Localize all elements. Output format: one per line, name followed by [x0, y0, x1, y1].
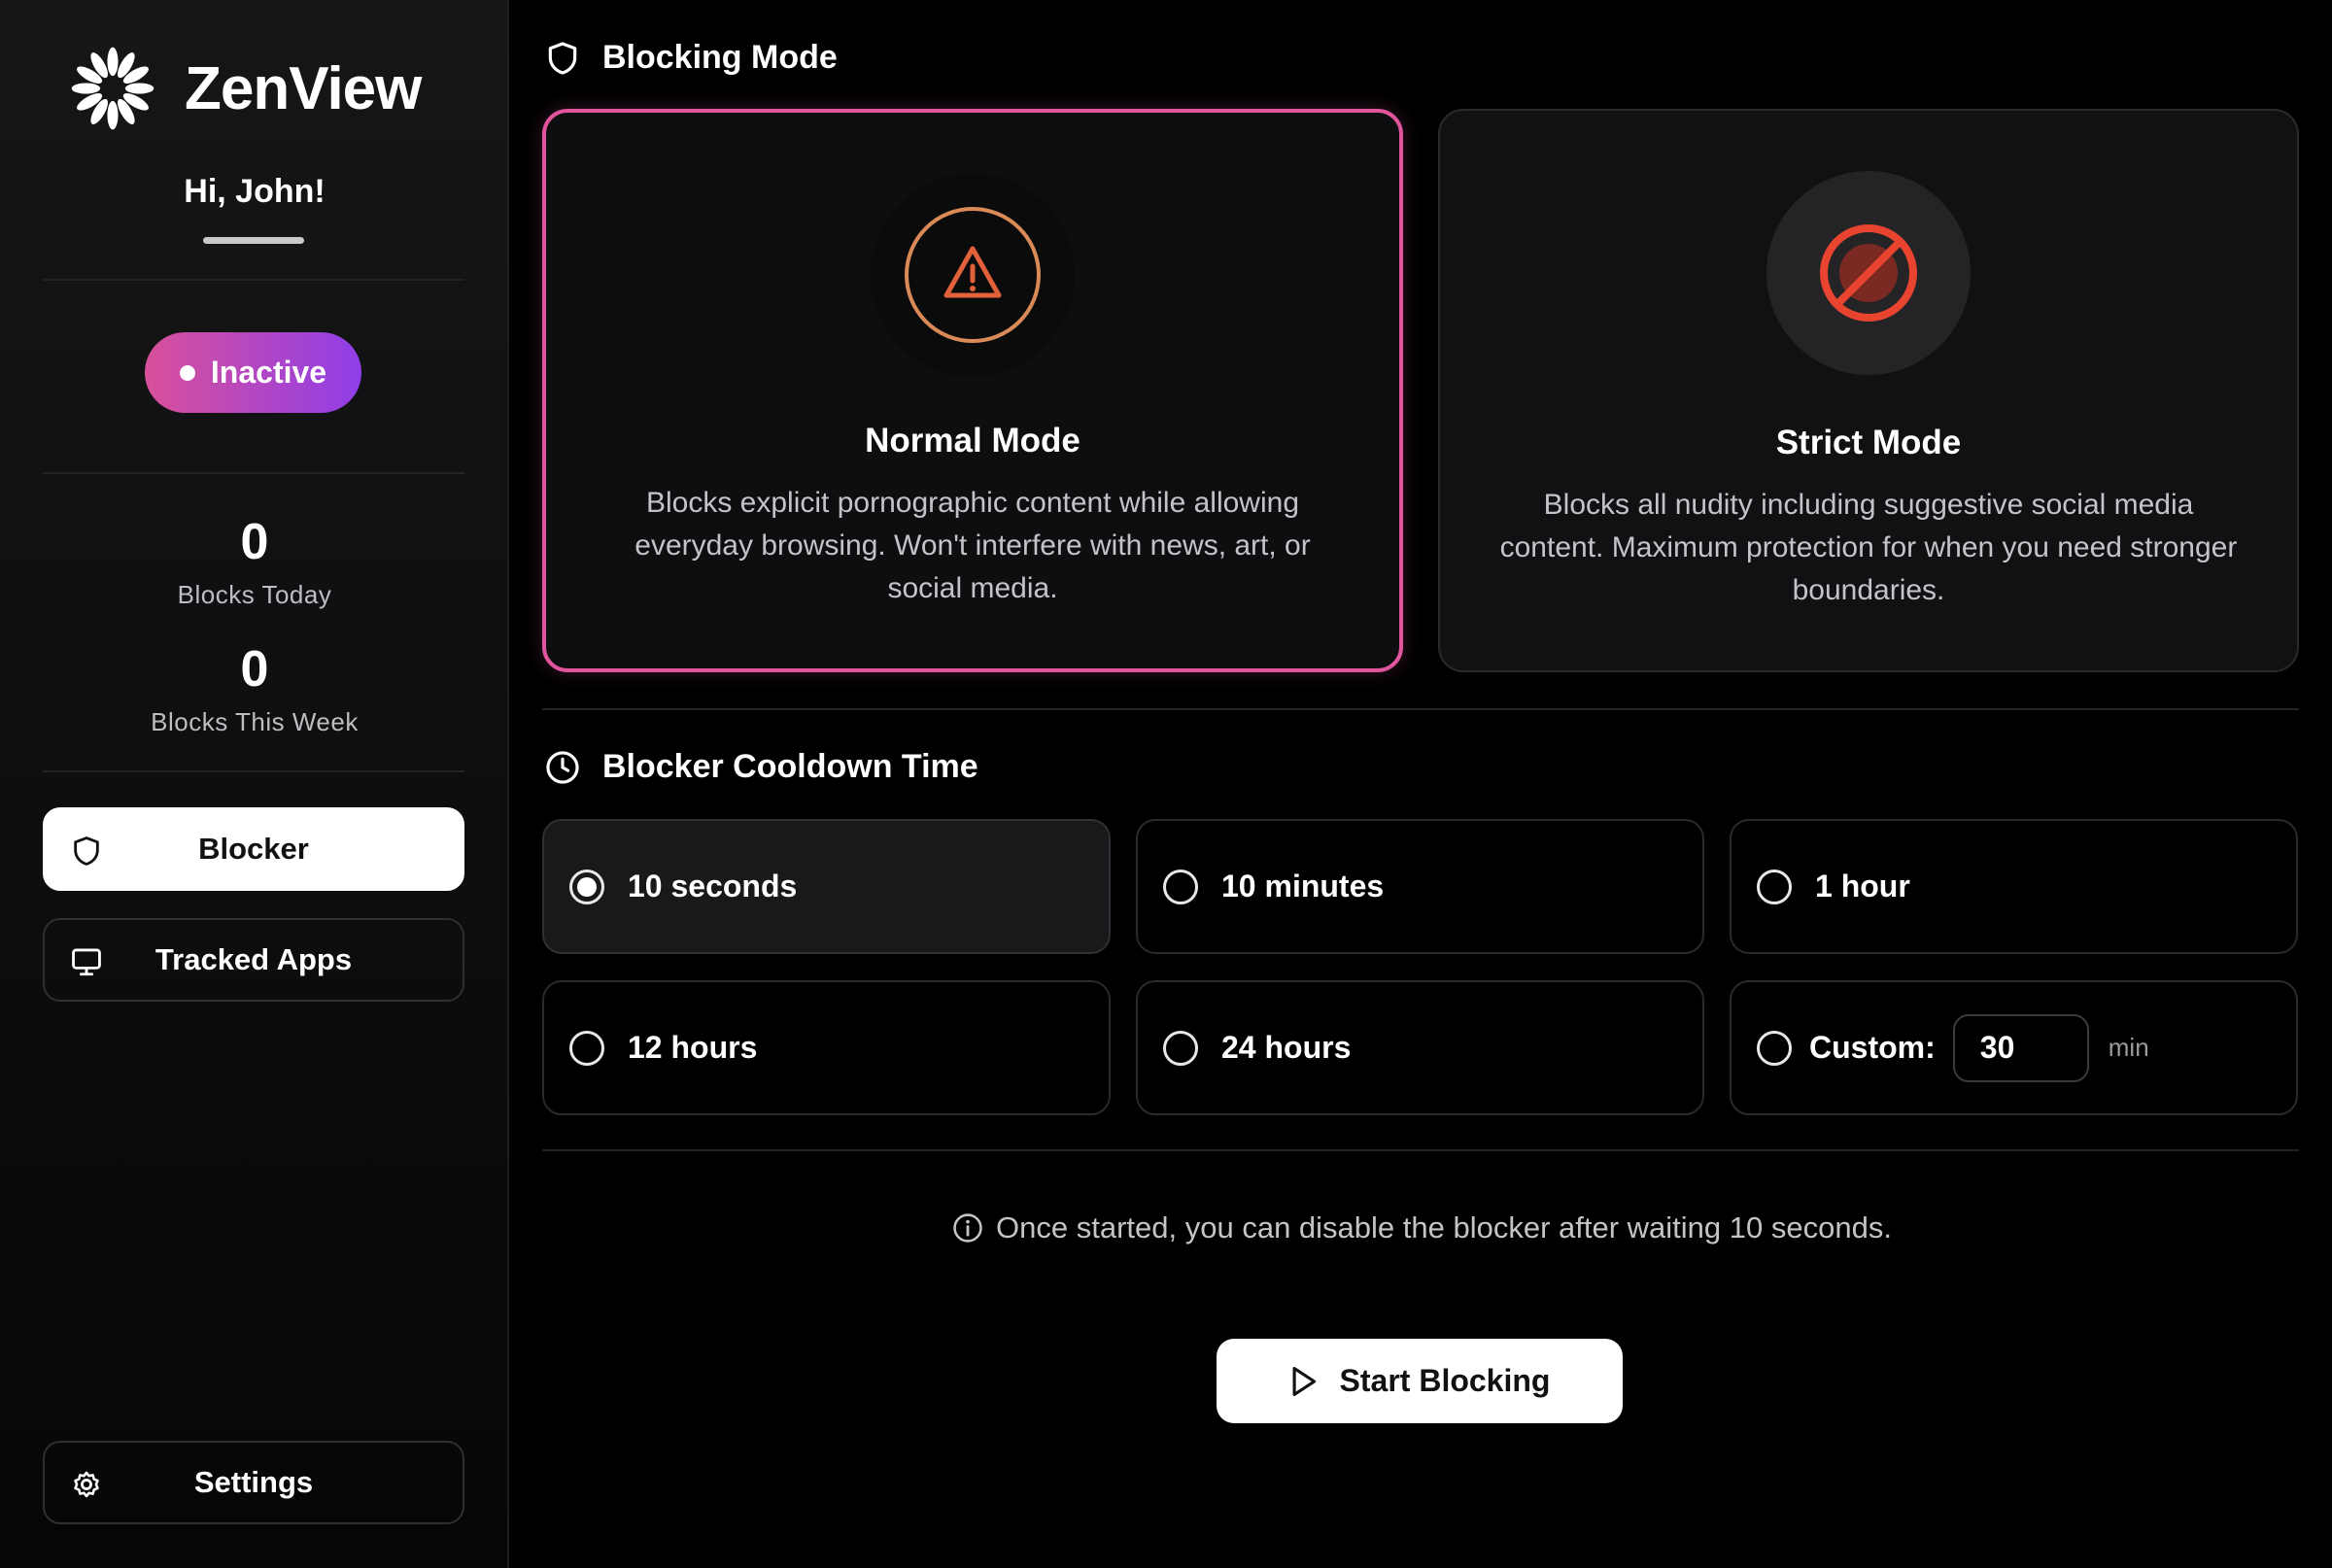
main-panel: Blocking Mode Normal Mode Blocks explici… — [511, 0, 2332, 1568]
settings-label: Settings — [193, 1465, 314, 1499]
status-dot-icon — [179, 364, 195, 381]
blocks-today-label: Blocks Today — [177, 580, 332, 609]
shield-icon — [74, 836, 99, 866]
blocks-week-value: 0 — [240, 641, 269, 698]
start-blocking-label: Start Blocking — [1339, 1363, 1551, 1398]
monitor-icon — [72, 948, 101, 976]
radio-selected-icon[interactable] — [569, 869, 604, 904]
mode-icon-circle — [871, 173, 1075, 377]
sidebar-item-blocker[interactable]: Blocker — [43, 807, 464, 891]
option-label: 10 minutes — [1221, 869, 1385, 903]
sidebar-item-label: Blocker — [198, 832, 309, 866]
mode-title: Normal Mode — [865, 422, 1080, 460]
flower-logo-icon — [71, 47, 154, 130]
custom-minutes-input[interactable] — [1952, 1013, 2089, 1082]
custom-label: Custom: — [1809, 1030, 1936, 1065]
status-label: Inactive — [210, 355, 327, 390]
play-icon — [1292, 1366, 1316, 1396]
section-divider — [542, 1149, 2299, 1151]
cooldown-option-custom[interactable]: Custom: min — [1730, 980, 2298, 1115]
option-label: 10 seconds — [628, 869, 798, 903]
info-text: Once started, you can disable the blocke… — [996, 1210, 1892, 1244]
greeting-underline — [203, 237, 304, 244]
cooldown-header: Blocker Cooldown Time — [544, 748, 978, 786]
cooldown-option-10-seconds[interactable]: 10 seconds — [542, 819, 1111, 954]
radio-icon[interactable] — [1163, 869, 1198, 904]
sidebar-divider — [43, 770, 464, 772]
sidebar-item-label: Tracked Apps — [154, 942, 353, 976]
radio-icon[interactable] — [1757, 869, 1792, 904]
status-badge[interactable]: Inactive — [145, 332, 361, 413]
option-label: 12 hours — [628, 1030, 758, 1065]
mode-icon-circle — [1766, 171, 1971, 375]
option-label: 24 hours — [1221, 1030, 1352, 1065]
warning-triangle-icon — [905, 207, 1041, 343]
sidebar-divider — [43, 279, 464, 281]
cooldown-option-12-hours[interactable]: 12 hours — [542, 980, 1111, 1115]
blocking-mode-header: Blocking Mode — [544, 39, 838, 77]
app-window: ZenView Hi, John! Inactive 0 Blocks Toda… — [0, 0, 2332, 1568]
normal-mode-card[interactable]: Normal Mode Blocks explicit pornographic… — [542, 109, 1403, 672]
custom-unit-label: min — [2108, 1033, 2149, 1062]
option-label: 1 hour — [1815, 869, 1910, 903]
cooldown-info: Once started, you can disable the blocke… — [511, 1210, 2332, 1245]
section-title: Blocking Mode — [602, 39, 838, 76]
mode-description: Blocks explicit pornographic content whi… — [634, 487, 1311, 604]
blocks-today-value: 0 — [240, 514, 269, 570]
cooldown-option-1-hour[interactable]: 1 hour — [1730, 819, 2298, 954]
app-name: ZenView — [185, 54, 422, 122]
strict-mode-card[interactable]: Strict Mode Blocks all nudity including … — [1438, 109, 2299, 672]
section-title: Blocker Cooldown Time — [602, 748, 978, 785]
cooldown-option-24-hours[interactable]: 24 hours — [1136, 980, 1704, 1115]
app-logo: ZenView — [68, 41, 422, 136]
radio-icon[interactable] — [1757, 1030, 1792, 1066]
sidebar-divider — [43, 472, 464, 474]
start-blocking-button[interactable]: Start Blocking — [1217, 1339, 1623, 1423]
info-icon — [953, 1213, 982, 1243]
shield-icon — [548, 41, 577, 75]
mode-title: Strict Mode — [1775, 424, 1962, 461]
greeting: Hi, John! — [184, 173, 326, 210]
prohibited-icon — [1820, 224, 1917, 322]
blocks-week-label: Blocks This Week — [151, 707, 359, 736]
sidebar-item-tracked-apps[interactable]: Tracked Apps — [43, 918, 464, 1002]
gear-icon — [74, 1471, 99, 1498]
sidebar: ZenView Hi, John! Inactive 0 Blocks Toda… — [0, 0, 509, 1568]
clock-icon — [546, 750, 579, 784]
settings-button[interactable]: Settings — [43, 1441, 464, 1524]
radio-icon[interactable] — [569, 1030, 604, 1066]
cooldown-option-10-minutes[interactable]: 10 minutes — [1136, 819, 1704, 954]
mode-description: Blocks all nudity including suggestive s… — [1499, 489, 2238, 606]
section-divider — [542, 708, 2299, 710]
radio-icon[interactable] — [1163, 1030, 1198, 1066]
